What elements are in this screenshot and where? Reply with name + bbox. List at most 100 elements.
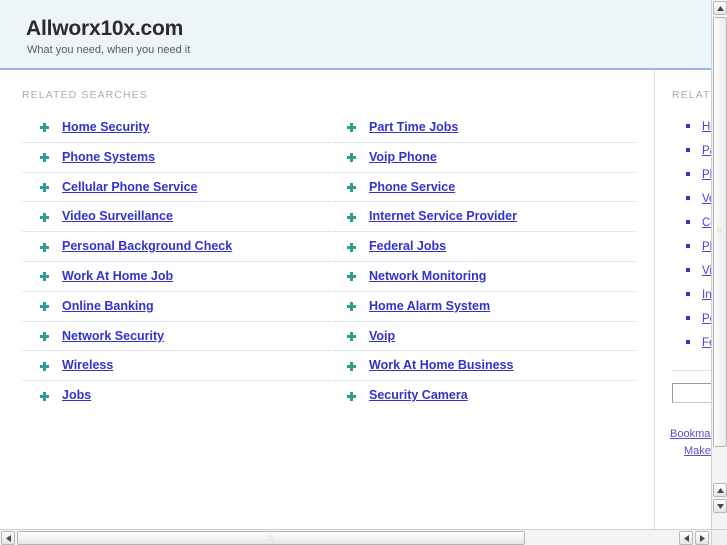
arrow-bullet-icon	[40, 331, 49, 341]
related-searches-label: RELATED SEARCHES	[22, 89, 148, 101]
related-searches-right-column: Part Time Jobs Voip Phone Phone Service Int…	[329, 113, 636, 410]
related-search-item[interactable]: Video Surveillance	[22, 202, 329, 233]
scroll-right-arrow-icon	[699, 534, 705, 542]
arrow-bullet-icon	[40, 242, 49, 252]
sidebar-related-link[interactable]: Internet Service Provider	[702, 289, 711, 301]
sidebar-related-item[interactable]: Home Security	[672, 114, 711, 138]
arrow-bullet-icon	[347, 331, 356, 341]
arrow-bullet-icon	[347, 123, 356, 133]
sidebar-related-item[interactable]: Video Surveillance	[672, 258, 711, 282]
related-search-item[interactable]: Voip Phone	[329, 143, 636, 173]
sidebar-related-link[interactable]: Phone Service	[702, 241, 711, 253]
scroll-up-button[interactable]	[713, 1, 727, 15]
related-search-item[interactable]: Network Monitoring	[329, 262, 636, 292]
related-search-link[interactable]: Wireless	[62, 358, 113, 372]
sidebar-related-link[interactable]: Cellular Phone Service	[702, 217, 711, 229]
sidebar-related-item[interactable]: Part Time Jobs	[672, 138, 711, 162]
dot-bullet-icon	[686, 172, 690, 176]
related-search-item[interactable]: Wireless	[22, 351, 329, 382]
related-search-link[interactable]: Home Security	[62, 120, 150, 134]
dot-bullet-icon	[686, 196, 690, 200]
scroll-down-button[interactable]	[713, 499, 727, 513]
related-search-item[interactable]: Jobs	[22, 381, 329, 410]
vertical-scrollbar-thumb[interactable]: ∷ ∷	[713, 17, 727, 447]
related-search-item[interactable]: Internet Service Provider	[329, 202, 636, 233]
related-search-item[interactable]: Home Security	[22, 113, 329, 143]
sidebar-related-item[interactable]: Cellular Phone Service	[672, 210, 711, 234]
related-search-link[interactable]: Voip	[369, 329, 395, 343]
sidebar-related-link[interactable]: Phone Systems	[702, 169, 711, 181]
related-search-item[interactable]: Phone Service	[329, 173, 636, 203]
arrow-bullet-icon	[347, 212, 356, 222]
horizontal-scrollbar[interactable]: ∷ ∷	[0, 529, 711, 545]
sidebar-related-item[interactable]: Voip Phone	[672, 186, 711, 210]
related-search-link[interactable]: Phone Service	[369, 180, 455, 194]
arrow-bullet-icon	[347, 153, 356, 163]
arrow-bullet-icon	[347, 242, 356, 252]
related-search-item[interactable]: Home Alarm System	[329, 292, 636, 322]
related-search-item[interactable]: Cellular Phone Service	[22, 173, 329, 203]
scroll-left-button-secondary[interactable]	[679, 531, 693, 545]
related-search-link[interactable]: Security Camera	[369, 388, 468, 402]
related-search-item[interactable]: Work At Home Job	[22, 262, 329, 292]
related-search-item[interactable]: Phone Systems	[22, 143, 329, 173]
arrow-bullet-icon	[40, 153, 49, 163]
related-search-link[interactable]: Voip Phone	[369, 150, 437, 164]
sidebar-search-input[interactable]	[672, 383, 711, 403]
scroll-left-button[interactable]	[1, 531, 15, 545]
related-search-link[interactable]: Federal Jobs	[369, 239, 446, 253]
related-search-link[interactable]: Internet Service Provider	[369, 209, 517, 223]
dot-bullet-icon	[686, 124, 690, 128]
related-search-item[interactable]: Network Security	[22, 322, 329, 352]
related-search-link[interactable]: Network Monitoring	[369, 269, 486, 283]
horizontal-scrollbar-thumb[interactable]: ∷ ∷	[17, 531, 525, 545]
related-search-link[interactable]: Work At Home Job	[62, 269, 173, 283]
arrow-bullet-icon	[40, 391, 49, 401]
scrollbar-grip-icon: ∷ ∷	[268, 532, 274, 543]
scroll-right-button[interactable]	[695, 531, 709, 545]
scroll-up-button-secondary[interactable]	[713, 483, 727, 497]
sidebar-related-item[interactable]: Federal Jobs	[672, 330, 711, 354]
sidebar-related-item[interactable]: Phone Service	[672, 234, 711, 258]
sidebar-related-link[interactable]: Video Surveillance	[702, 265, 711, 277]
related-search-item[interactable]: Part Time Jobs	[329, 113, 636, 143]
related-search-link[interactable]: Part Time Jobs	[369, 120, 458, 134]
sidebar-footer-line[interactable]: Bookmark this page	[670, 425, 711, 442]
related-search-link[interactable]: Jobs	[62, 388, 91, 402]
sidebar-footer-link[interactable]: Make this my homepage	[684, 445, 711, 457]
vertical-scrollbar[interactable]: ∷ ∷	[711, 0, 727, 529]
related-search-link[interactable]: Cellular Phone Service	[62, 180, 197, 194]
related-search-link[interactable]: Phone Systems	[62, 150, 155, 164]
related-search-item[interactable]: Voip	[329, 322, 636, 352]
arrow-bullet-icon	[40, 182, 49, 192]
scroll-left-arrow-icon	[683, 534, 689, 542]
related-search-link[interactable]: Online Banking	[62, 299, 154, 313]
sidebar-related-link[interactable]: Federal Jobs	[702, 337, 711, 349]
related-search-link[interactable]: Work At Home Business	[369, 358, 513, 372]
sidebar-footer-link[interactable]: Bookmark this page	[670, 428, 711, 440]
scroll-down-arrow-icon	[716, 503, 724, 509]
related-search-item[interactable]: Personal Background Check	[22, 232, 329, 262]
sidebar-related-link[interactable]: Part Time Jobs	[702, 145, 711, 157]
related-search-item[interactable]: Security Camera	[329, 381, 636, 410]
site-tagline: What you need, when you need it	[27, 44, 191, 56]
related-search-link[interactable]: Home Alarm System	[369, 299, 490, 313]
related-search-link[interactable]: Video Surveillance	[62, 209, 173, 223]
related-search-item[interactable]: Online Banking	[22, 292, 329, 322]
sidebar-related-link[interactable]: Personal Background Check	[702, 313, 711, 325]
dot-bullet-icon	[686, 340, 690, 344]
sidebar-footer-line[interactable]: Make this my homepage	[670, 442, 711, 459]
sidebar-related-item[interactable]: Internet Service Provider	[672, 282, 711, 306]
sidebar-related-item[interactable]: Phone Systems	[672, 162, 711, 186]
sidebar-related-link[interactable]: Voip Phone	[702, 193, 711, 205]
related-search-link[interactable]: Network Security	[62, 329, 164, 343]
sidebar-related-item[interactable]: Personal Background Check	[672, 306, 711, 330]
related-search-item[interactable]: Federal Jobs	[329, 232, 636, 262]
sidebar-related-link[interactable]: Home Security	[702, 121, 711, 133]
site-header: Allworx10x.com What you need, when you n…	[0, 0, 711, 70]
related-search-link[interactable]: Personal Background Check	[62, 239, 232, 253]
related-search-item[interactable]: Work At Home Business	[329, 351, 636, 382]
related-searches-grid: Home Security Phone Systems Cellular Phone…	[0, 113, 654, 410]
arrow-bullet-icon	[347, 182, 356, 192]
scroll-up-arrow-icon	[716, 5, 724, 11]
